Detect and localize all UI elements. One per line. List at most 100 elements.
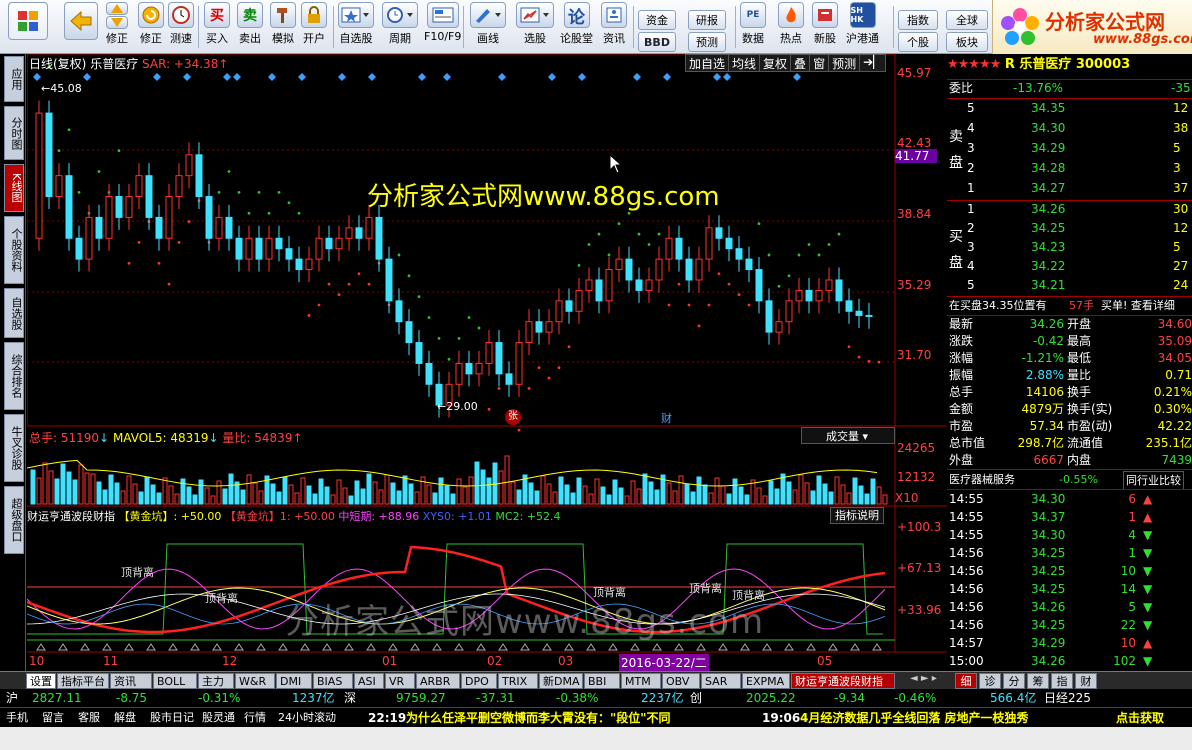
ma-btn[interactable]: 均线 xyxy=(729,55,761,71)
status-button[interactable]: 手机 xyxy=(4,710,30,726)
tab-indicator[interactable]: W&R xyxy=(235,673,275,689)
bbd-button[interactable]: BBD xyxy=(638,32,676,52)
toolbar-btn-refresh[interactable]: 修正 xyxy=(138,2,164,52)
hk-connect-button[interactable]: SH HK 沪港通 xyxy=(846,2,879,52)
tab-indicator[interactable]: DMI xyxy=(276,673,312,689)
quote-tab[interactable]: 诊 xyxy=(979,673,1001,689)
newstock-button[interactable]: 新股 xyxy=(812,2,838,52)
nav-minute-chart[interactable]: 分时图 xyxy=(4,106,24,160)
tab-indicator[interactable]: BOLL xyxy=(153,673,197,689)
status-button[interactable]: 行情 xyxy=(242,710,268,726)
tab-indicator[interactable]: EXPMA xyxy=(742,673,790,689)
tab-indicator[interactable]: VR xyxy=(385,673,415,689)
toolbar-btn-speed[interactable]: 测速 xyxy=(168,2,194,52)
order-notice[interactable]: 在买盘34.35位置有 57手 买单! 查看详细 xyxy=(947,297,1192,314)
add-watchlist-btn[interactable]: 加自选 xyxy=(686,55,730,71)
forum-button[interactable]: 论 论股堂 xyxy=(560,2,593,52)
indicator-help-button[interactable]: 指标说明 xyxy=(830,507,884,524)
tab-indicator[interactable]: BIAS xyxy=(313,673,353,689)
tab-indicator[interactable]: 资讯 xyxy=(110,673,152,689)
volume-selector[interactable]: 成交量 ▾ xyxy=(801,427,895,444)
tab-indicator[interactable]: OBV xyxy=(662,673,700,689)
tab-scroll-arrows[interactable]: ◄ ► ▸ xyxy=(910,673,950,689)
data-button[interactable]: PE 数据 xyxy=(740,2,766,52)
zhang-badge[interactable]: 张 xyxy=(505,409,521,425)
status-button[interactable]: 留言 xyxy=(40,710,66,726)
status-button[interactable]: 客服 xyxy=(76,710,102,726)
pin-icon[interactable]: ➔▏ xyxy=(860,55,885,71)
nav-ranking[interactable]: 综合排名 xyxy=(4,342,24,410)
volume-bar xyxy=(594,478,600,505)
nav-diagnosis[interactable]: 牛叉诊股 xyxy=(4,414,24,482)
forecast-button[interactable]: 预测 xyxy=(688,32,726,52)
news-button[interactable]: 资讯 xyxy=(601,2,627,52)
sell-level-row[interactable]: 2 34.28 3 xyxy=(947,160,1192,177)
f10-button[interactable]: F10/F9 xyxy=(424,2,461,52)
tab-indicator[interactable]: SAR xyxy=(701,673,741,689)
tab-indicator[interactable]: 指标平台 xyxy=(57,673,109,689)
tab-indicator[interactable]: TRIX xyxy=(498,673,538,689)
stock-button[interactable]: 个股 xyxy=(898,32,938,52)
home-button[interactable] xyxy=(8,2,48,52)
sell-level-row[interactable]: 1 34.27 37 xyxy=(947,180,1192,197)
capital-button[interactable]: 资金 xyxy=(638,10,676,30)
tab-indicator[interactable]: ARBR xyxy=(416,673,460,689)
buy-level-row[interactable]: 2 34.25 12 xyxy=(947,220,1192,237)
buy-button[interactable]: 买 买入 xyxy=(204,2,230,52)
adjust-btn[interactable]: 复权 xyxy=(760,55,792,71)
quote-tab[interactable]: 分 xyxy=(1003,673,1025,689)
industry-row[interactable]: 医疗器械服务 -0.55% 同行业比较 xyxy=(947,471,1192,490)
buy-level-row[interactable]: 4 34.22 27 xyxy=(947,258,1192,275)
nav-stock-info[interactable]: 个股资料 xyxy=(4,216,24,284)
draw-line-button[interactable]: 画线 xyxy=(470,2,506,52)
research-button[interactable]: 研报 xyxy=(688,10,726,30)
tab-indicator[interactable]: 设置 xyxy=(26,673,56,689)
buy-level-row[interactable]: 5 34.21 24 xyxy=(947,277,1192,294)
index-button[interactable]: 指数 xyxy=(898,10,938,30)
tab-indicator[interactable]: 主力 xyxy=(198,673,234,689)
overlay-btn[interactable]: 叠 xyxy=(791,55,811,71)
buy-level-row[interactable]: 3 34.23 5 xyxy=(947,239,1192,256)
open-account-button[interactable]: 开户 xyxy=(301,2,327,52)
period-button[interactable]: 周期 xyxy=(382,2,418,52)
nav-level2[interactable]: 超级盘口 xyxy=(4,486,24,554)
window-btn[interactable]: 窗 xyxy=(810,55,830,71)
status-button[interactable]: 解盘 xyxy=(112,710,138,726)
quote-tab[interactable]: 筹 xyxy=(1027,673,1049,689)
tab-indicator[interactable]: MTM xyxy=(621,673,661,689)
tab-indicator[interactable]: ASI xyxy=(354,673,384,689)
sell-level-row[interactable]: 3 34.29 5 xyxy=(947,140,1192,157)
kline-chart[interactable]: 日线(复权) 乐普医疗 SAR: +34.38↑ 加自选 均线 复权 叠 窗 预… xyxy=(27,54,947,671)
quote-tab[interactable]: 指 xyxy=(1051,673,1073,689)
index-bar[interactable]: 沪 2827.11 -8.75 -0.31% 1237亿 深 9759.27 -… xyxy=(0,689,1192,707)
status-button[interactable]: 股灵通 xyxy=(200,710,237,726)
news1[interactable]: 为什么任泽平删空微博而李大霄没有："段位"不同 xyxy=(406,708,671,728)
global-button[interactable]: 全球 xyxy=(946,10,988,30)
back-button[interactable] xyxy=(64,2,98,52)
get-more-link[interactable]: 点击获取 xyxy=(1116,708,1164,728)
nav-kline[interactable]: K线图 xyxy=(4,164,24,212)
sell-level-row[interactable]: 4 34.30 38 xyxy=(947,120,1192,137)
status-button[interactable]: 股市日记 xyxy=(148,710,196,726)
tab-indicator[interactable]: 财运亨通波段财指 xyxy=(791,673,895,689)
stock-select-button[interactable]: 选股 xyxy=(516,2,554,52)
hot-button[interactable]: 热点 xyxy=(778,2,804,52)
simulate-button[interactable]: 模拟 xyxy=(270,2,296,52)
status-button[interactable]: 24小时滚动 xyxy=(276,710,338,726)
tab-indicator[interactable]: DPO xyxy=(461,673,497,689)
sell-button[interactable]: 卖 卖出 xyxy=(237,2,263,52)
quote-tab[interactable]: 细 xyxy=(955,673,977,689)
watchlist-button[interactable]: 自选股 xyxy=(338,2,374,52)
nav-watchlist[interactable]: 自选股 xyxy=(4,288,24,338)
tab-indicator[interactable]: 新DMA xyxy=(539,673,583,689)
news2[interactable]: 4月经济数据几乎全线回落 房地产一枝独秀 xyxy=(800,708,1029,728)
nav-apps[interactable]: 应用 xyxy=(4,56,24,102)
toolbar-btn-0[interactable]: 修正 xyxy=(106,2,128,52)
cai-badge[interactable]: 财 xyxy=(661,410,672,426)
tab-indicator[interactable]: BBI xyxy=(584,673,620,689)
forecast-btn[interactable]: 预测 xyxy=(829,55,861,71)
buy-level-row[interactable]: 1 34.26 30 xyxy=(947,201,1192,218)
quote-tab[interactable]: 财 xyxy=(1075,673,1097,689)
sector-button[interactable]: 板块 xyxy=(946,32,988,52)
sell-level-row[interactable]: 5 34.35 12 xyxy=(947,100,1192,117)
